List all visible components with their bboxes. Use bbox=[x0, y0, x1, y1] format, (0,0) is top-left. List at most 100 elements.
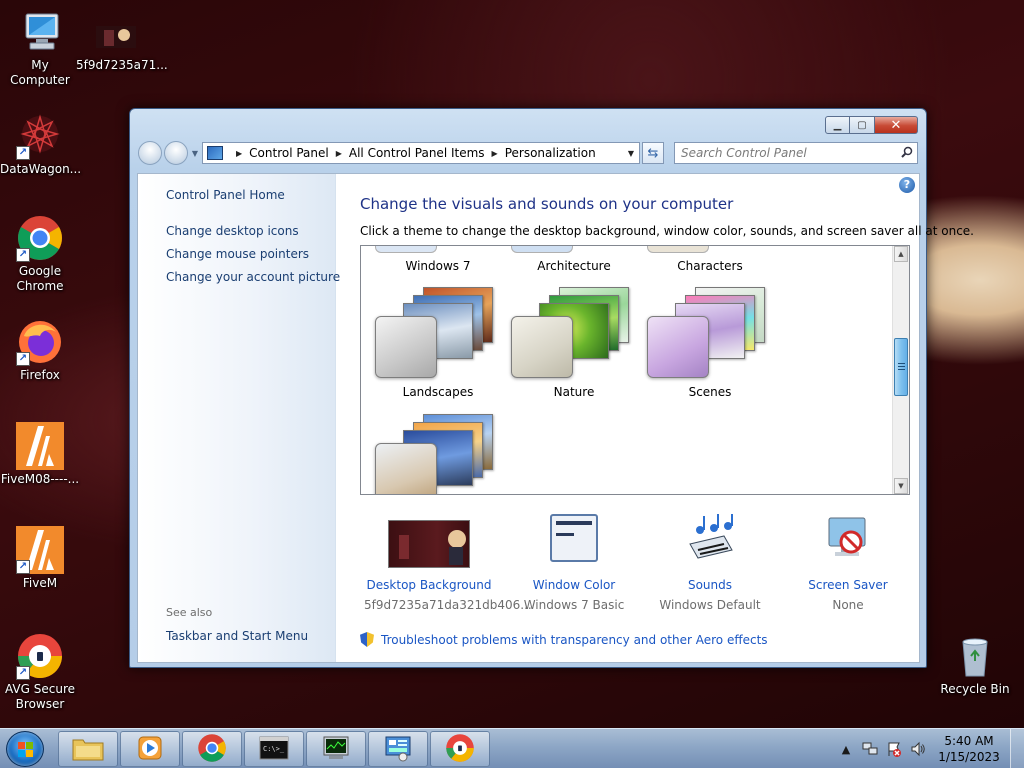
breadcrumb-personalization[interactable]: Personalization bbox=[505, 146, 596, 160]
maximize-button[interactable]: ▢ bbox=[850, 116, 875, 134]
theme-windows-7[interactable]: Windows 7 bbox=[378, 259, 498, 273]
breadcrumb-all-items[interactable]: All Control Panel Items bbox=[349, 146, 485, 160]
datawagon-icon: ↗ bbox=[16, 112, 64, 160]
theme-thumbnail-architecture[interactable] bbox=[511, 246, 573, 253]
desktop-icon-image-file[interactable]: 5f9d7235a71... bbox=[76, 8, 168, 73]
desktop-icon-my-computer[interactable]: My Computer bbox=[0, 8, 80, 88]
desktop-icon-label: FiveM08----... bbox=[0, 472, 80, 486]
close-icon: ✕ bbox=[890, 117, 902, 133]
breadcrumb-separator-icon[interactable]: ▶ bbox=[336, 149, 342, 158]
close-button[interactable]: ✕ bbox=[875, 116, 918, 134]
fivem-icon bbox=[16, 422, 64, 470]
avg-browser-icon: ↗ bbox=[16, 632, 64, 680]
theme-list-scrollbar[interactable]: ▲ ▼ bbox=[892, 246, 909, 494]
desktop-icon-fivem[interactable]: ↗ FiveM bbox=[0, 526, 80, 591]
theme-thumbnail-scenes[interactable] bbox=[647, 283, 777, 378]
search-placeholder: Search Control Panel bbox=[681, 146, 807, 160]
screen-saver-value: None bbox=[832, 598, 864, 612]
taskbar-media-player[interactable] bbox=[120, 731, 180, 767]
screen-saver-button[interactable]: Screen Saver None bbox=[783, 514, 913, 612]
desktop-icon-recycle-bin[interactable]: Recycle Bin bbox=[935, 632, 1015, 697]
desktop-icon-label: Google Chrome bbox=[16, 264, 64, 293]
desktop-icon-avg-secure-browser[interactable]: ↗ AVG Secure Browser bbox=[0, 632, 80, 712]
address-bar[interactable]: ▶ Control Panel ▶ All Control Panel Item… bbox=[202, 142, 640, 164]
wallpaper-thumbnail bbox=[388, 520, 470, 568]
theme-landscapes[interactable]: Landscapes bbox=[378, 385, 498, 399]
taskbar-start-menu-link[interactable]: Taskbar and Start Menu bbox=[166, 629, 308, 643]
taskbar-command-prompt[interactable]: C:\>_ bbox=[244, 731, 304, 767]
change-desktop-icons-link[interactable]: Change desktop icons bbox=[166, 224, 299, 238]
fivem-icon: ↗ bbox=[16, 526, 64, 574]
desktop-icon-google-chrome[interactable]: ↗ Google Chrome bbox=[0, 214, 80, 294]
taskbar: C:\>_ ▲ 5:40 AM 1/15/2023 bbox=[0, 728, 1024, 768]
volume-icon[interactable] bbox=[910, 741, 926, 757]
network-icon[interactable] bbox=[862, 741, 878, 757]
theme-nature[interactable]: Nature bbox=[514, 385, 634, 399]
theme-architecture[interactable]: Architecture bbox=[514, 259, 634, 273]
action-center-icon[interactable] bbox=[886, 741, 902, 757]
minimize-button[interactable]: ▁ bbox=[825, 116, 850, 134]
desktop-background-label[interactable]: Desktop Background bbox=[364, 578, 494, 592]
desktop-icon-datawagon[interactable]: ↗ DataWagon... bbox=[0, 112, 81, 177]
taskbar-task-manager[interactable] bbox=[306, 731, 366, 767]
desktop-icon-firefox[interactable]: ↗ Firefox bbox=[0, 318, 80, 383]
maximize-icon: ▢ bbox=[857, 119, 867, 131]
scroll-down-button[interactable]: ▼ bbox=[894, 478, 908, 494]
control-panel-home-link[interactable]: Control Panel Home bbox=[166, 188, 285, 202]
theme-thumbnail-nature[interactable] bbox=[511, 283, 641, 378]
theme-list[interactable]: Windows 7 Architecture Characters Landsc… bbox=[360, 245, 910, 495]
change-account-picture-link[interactable]: Change your account picture bbox=[166, 270, 340, 284]
taskbar-file-explorer[interactable] bbox=[58, 731, 118, 767]
start-button[interactable] bbox=[6, 731, 44, 767]
recycle-bin-icon bbox=[951, 632, 999, 680]
desktop-background-button[interactable]: Desktop Background 5f9d7235a71da321db406… bbox=[364, 520, 532, 612]
address-dropdown-icon[interactable]: ▼ bbox=[623, 149, 639, 158]
theme-thumbnail-landscapes[interactable] bbox=[375, 283, 505, 378]
breadcrumb-separator-icon[interactable]: ▶ bbox=[492, 149, 498, 158]
desktop-icon-fivem08[interactable]: FiveM08----... bbox=[0, 422, 80, 487]
change-mouse-pointers-link[interactable]: Change mouse pointers bbox=[166, 247, 309, 261]
taskbar-avg-browser[interactable] bbox=[430, 731, 490, 767]
page-subtitle: Click a theme to change the desktop back… bbox=[360, 224, 974, 238]
taskbar-chrome[interactable] bbox=[182, 731, 242, 767]
theme-thumbnail-unlabeled[interactable] bbox=[375, 410, 505, 494]
breadcrumb-control-panel[interactable]: Control Panel bbox=[249, 146, 329, 160]
scrollbar-thumb[interactable] bbox=[894, 338, 908, 396]
desktop-icon-label: AVG Secure Browser bbox=[4, 682, 76, 711]
recent-pages-button[interactable]: ▼ bbox=[190, 149, 200, 158]
troubleshoot-aero-label[interactable]: Troubleshoot problems with transparency … bbox=[381, 633, 768, 647]
computer-icon bbox=[16, 8, 64, 56]
theme-characters[interactable]: Characters bbox=[650, 259, 770, 273]
show-desktop-button[interactable] bbox=[1010, 729, 1024, 768]
troubleshoot-aero-link[interactable]: Troubleshoot problems with transparency … bbox=[360, 632, 768, 647]
clock-time: 5:40 AM bbox=[944, 734, 994, 748]
shortcut-arrow-icon: ↗ bbox=[16, 666, 30, 680]
back-button[interactable] bbox=[138, 141, 162, 165]
help-button[interactable]: ? bbox=[899, 177, 915, 193]
scroll-up-button[interactable]: ▲ bbox=[894, 246, 908, 262]
refresh-icon: ⇆ bbox=[647, 145, 659, 161]
sounds-label[interactable]: Sounds bbox=[645, 578, 775, 592]
media-player-icon bbox=[136, 734, 164, 765]
search-icon[interactable] bbox=[897, 146, 917, 161]
forward-button[interactable] bbox=[164, 141, 188, 165]
shortcut-arrow-icon: ↗ bbox=[16, 146, 30, 160]
refresh-button[interactable]: ⇆ bbox=[642, 142, 664, 164]
shortcut-arrow-icon: ↗ bbox=[16, 352, 30, 366]
taskbar-clock[interactable]: 5:40 AM 1/15/2023 bbox=[934, 733, 1004, 765]
window-color-label[interactable]: Window Color bbox=[509, 578, 639, 592]
breadcrumb-separator-icon[interactable]: ▶ bbox=[236, 149, 242, 158]
file-explorer-icon bbox=[71, 734, 105, 765]
taskbar-control-panel[interactable] bbox=[368, 731, 428, 767]
theme-thumbnail-characters[interactable] bbox=[647, 246, 709, 253]
theme-thumbnail-windows-7[interactable] bbox=[375, 246, 437, 253]
show-hidden-icons-button[interactable]: ▲ bbox=[838, 741, 854, 757]
search-input[interactable]: Search Control Panel bbox=[674, 142, 918, 164]
theme-scenes[interactable]: Scenes bbox=[650, 385, 770, 399]
help-icon: ? bbox=[903, 178, 911, 191]
window-color-button[interactable]: Window Color Windows 7 Basic bbox=[509, 514, 639, 612]
screen-saver-label[interactable]: Screen Saver bbox=[783, 578, 913, 592]
sounds-button[interactable]: Sounds Windows Default bbox=[645, 514, 775, 612]
window-color-value: Windows 7 Basic bbox=[523, 598, 625, 612]
window-content: Control Panel Home Change desktop icons … bbox=[137, 173, 974, 663]
